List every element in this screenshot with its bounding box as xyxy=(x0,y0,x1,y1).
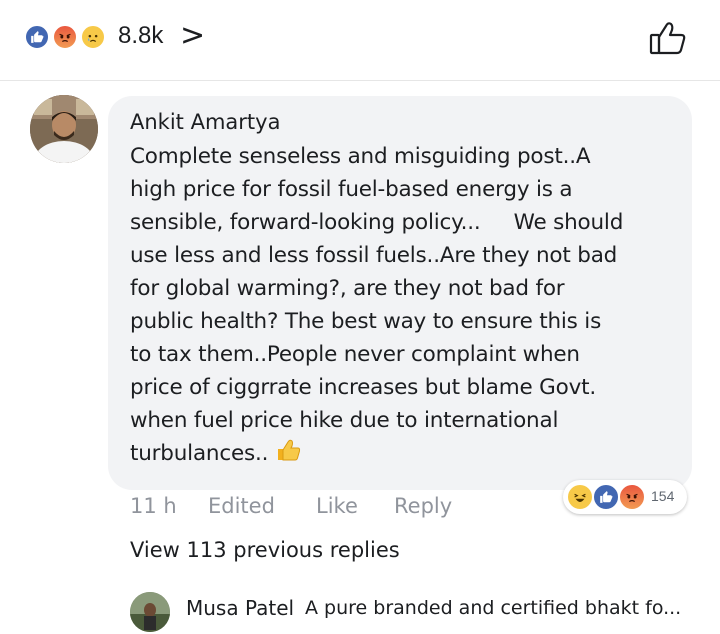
like-icon xyxy=(24,24,50,50)
comment-like-button[interactable]: Like xyxy=(316,494,358,518)
comment-reaction-count: 154 xyxy=(651,488,675,504)
thumbs-up-emoji-icon xyxy=(275,438,301,472)
comment-line-last: turbulances.. xyxy=(130,437,685,472)
reply-avatar[interactable] xyxy=(130,592,170,632)
view-previous-replies-link[interactable]: View 113 previous replies xyxy=(130,538,400,562)
post-reactions-bar[interactable]: 8.8k > xyxy=(0,0,720,78)
angry-icon xyxy=(618,483,646,511)
comment-line: turbulances.. xyxy=(130,441,269,466)
haha-icon xyxy=(566,483,594,511)
comment-thread-screen: 8.8k > Ankit Amartya Complete senseless … xyxy=(0,0,720,634)
comment-text: Complete senseless and misguiding post..… xyxy=(130,140,685,472)
comment-reply-button[interactable]: Reply xyxy=(394,494,452,518)
divider xyxy=(0,80,720,81)
like-button[interactable] xyxy=(648,20,688,56)
like-icon xyxy=(592,483,620,511)
reply-author[interactable]: Musa Patel xyxy=(186,596,294,620)
comment-time: 11 h xyxy=(130,494,177,518)
comment-line: when fuel price hike due to internationa… xyxy=(130,408,559,433)
reaction-count[interactable]: 8.8k xyxy=(118,22,163,50)
avatar[interactable] xyxy=(30,95,98,163)
comment-author[interactable]: Ankit Amartya xyxy=(130,110,280,134)
chevron-right-icon[interactable]: > xyxy=(180,18,205,53)
comment-line: public health? The best way to ensure th… xyxy=(130,309,602,334)
comment-line: price of ciggrrate increases but blame G… xyxy=(130,375,596,400)
comment-line: to tax them..People never complaint when xyxy=(130,342,580,367)
edited-label[interactable]: Edited xyxy=(208,494,275,518)
reply-text[interactable]: A pure branded and certified bhakt fo... xyxy=(305,597,681,619)
comment-line: high price for fossil fuel-based energy … xyxy=(130,177,573,202)
thumbs-up-outline-icon xyxy=(649,22,686,55)
comment-line: use less and less fossil fuels..Are they… xyxy=(130,243,618,268)
comment-line: Complete senseless and misguiding post..… xyxy=(130,144,591,169)
sad-icon xyxy=(80,24,106,50)
comment-line: sensible, forward-looking policy... We s… xyxy=(130,210,624,235)
comment-line: for global warming?, are they not bad fo… xyxy=(130,276,565,301)
angry-icon xyxy=(52,24,78,50)
